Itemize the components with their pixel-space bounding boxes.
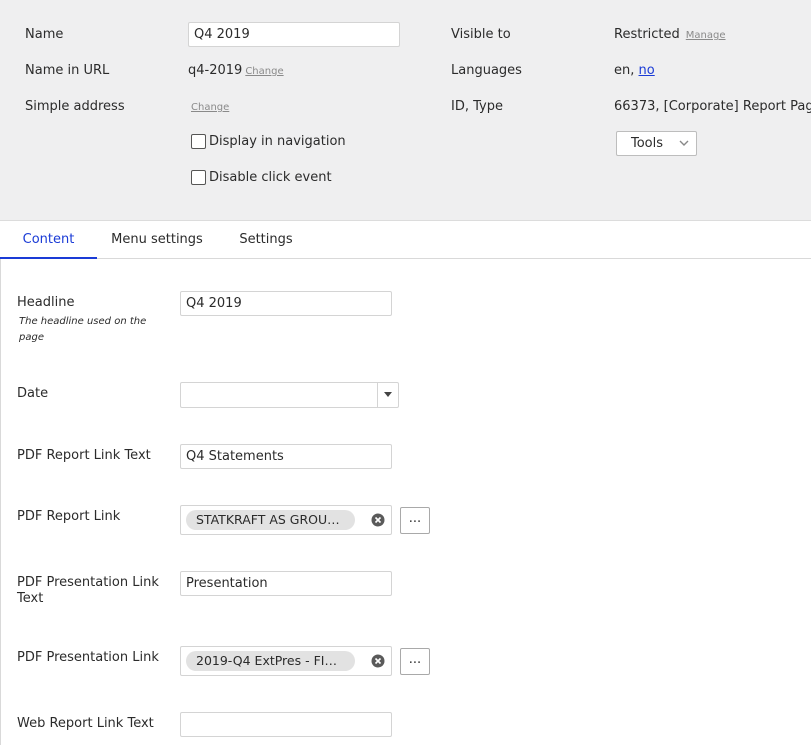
disable-click-event-checkbox[interactable] xyxy=(191,170,206,185)
visible-to-manage-link[interactable]: Manage xyxy=(686,30,726,41)
tab-content[interactable]: Content xyxy=(0,221,97,259)
disable-click-event-label: Disable click event xyxy=(209,170,332,185)
name-in-url-change-link[interactable]: Change xyxy=(245,66,283,77)
headline-label: Headline xyxy=(17,295,75,310)
name-input[interactable] xyxy=(188,22,400,47)
id-type-label: ID, Type xyxy=(451,99,503,114)
headline-input[interactable] xyxy=(180,291,392,316)
display-in-navigation-checkbox[interactable] xyxy=(191,134,206,149)
simple-address-label: Simple address xyxy=(25,99,125,114)
name-in-url-label: Name in URL xyxy=(25,63,110,78)
date-divider xyxy=(377,383,378,407)
language-no-link[interactable]: no xyxy=(639,63,655,78)
content-border xyxy=(0,259,1,745)
name-in-url-value: q4-2019 xyxy=(188,63,243,78)
clear-circle-icon[interactable] xyxy=(371,654,385,668)
simple-address-change-link[interactable]: Change xyxy=(191,102,229,113)
pdf-presentation-link-field[interactable]: 2019-Q4 ExtPres - FINA... xyxy=(180,646,392,676)
web-report-link-text-label: Web Report Link Text xyxy=(17,716,154,731)
pdf-presentation-link-browse-button[interactable]: ... xyxy=(400,648,430,675)
tab-settings[interactable]: Settings xyxy=(230,221,302,259)
pdf-presentation-link-chip[interactable]: 2019-Q4 ExtPres - FINA... xyxy=(186,651,355,671)
display-in-navigation-row[interactable]: Display in navigation xyxy=(191,134,346,149)
name-in-url-field: q4-2019 Change xyxy=(188,63,284,78)
pdf-presentation-link-text-input[interactable] xyxy=(180,571,392,596)
web-report-link-text-input[interactable] xyxy=(180,712,392,737)
pdf-report-link-field[interactable]: STATKRAFT AS GROUP ... xyxy=(180,505,392,535)
page-properties-header: Name Name in URL q4-2019Change Simple ad… xyxy=(0,0,811,221)
visible-to-value: Restricted xyxy=(614,27,680,42)
disable-click-event-row[interactable]: Disable click event xyxy=(191,170,332,185)
pdf-presentation-link-label: PDF Presentation Link xyxy=(17,650,159,665)
pdf-presentation-link-text-label: PDF Presentation Link Text xyxy=(17,575,159,606)
tools-label: Tools xyxy=(631,136,664,151)
id-type-value: 66373, [Corporate] Report Page xyxy=(614,99,811,114)
tab-bar: Content Menu settings Settings xyxy=(0,221,811,259)
chevron-down-icon xyxy=(679,140,689,146)
visible-to-field: Restricted Manage xyxy=(614,27,726,42)
pdf-report-link-chip[interactable]: STATKRAFT AS GROUP ... xyxy=(186,510,355,530)
visible-to-label: Visible to xyxy=(451,27,511,42)
headline-help-text: The headline used on the page xyxy=(19,316,147,343)
caret-down-icon[interactable] xyxy=(384,392,392,397)
pdf-report-link-browse-button[interactable]: ... xyxy=(400,507,430,534)
languages-field: en, no xyxy=(614,63,655,78)
languages-value: en, xyxy=(614,63,635,78)
pdf-report-link-text-input[interactable] xyxy=(180,444,392,469)
clear-circle-icon[interactable] xyxy=(371,513,385,527)
pdf-report-link-text-label: PDF Report Link Text xyxy=(17,448,151,463)
simple-address-field: Change xyxy=(188,99,229,114)
name-label: Name xyxy=(25,27,64,42)
date-picker[interactable] xyxy=(180,382,399,408)
date-label: Date xyxy=(17,386,49,401)
tab-menu-settings[interactable]: Menu settings xyxy=(106,221,208,259)
languages-label: Languages xyxy=(451,63,522,78)
tools-dropdown-button[interactable]: Tools xyxy=(616,131,697,156)
pdf-report-link-label: PDF Report Link xyxy=(17,509,121,524)
display-in-navigation-label: Display in navigation xyxy=(209,134,346,149)
